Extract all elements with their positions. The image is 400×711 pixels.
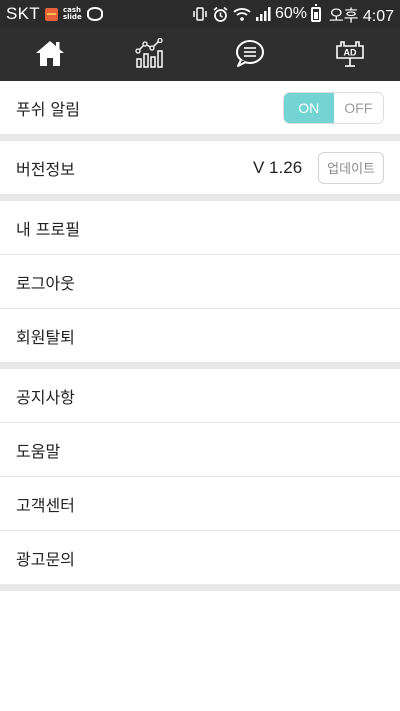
version-row: 버전정보 V 1.26 업데이트 (0, 141, 400, 195)
ad-icon: AD (334, 38, 366, 72)
battery-percent: 60% (274, 5, 307, 22)
version-label: 버전정보 (16, 159, 75, 179)
tab-chat[interactable] (200, 28, 300, 81)
notice-label: 공지사항 (16, 387, 75, 407)
list-item-profile[interactable]: 내 프로필 (0, 201, 400, 255)
toggle-off-option[interactable]: OFF (333, 92, 383, 123)
section-divider (0, 585, 400, 591)
clock: 오후 4:07 (328, 8, 394, 25)
list-item-notice[interactable]: 공지사항 (0, 369, 400, 423)
chart-icon (134, 37, 166, 72)
status-right: 60% 오후 4:07 (192, 2, 394, 26)
alarm-icon (212, 6, 229, 23)
settings-list: 푸쉬 알림 ON OFF 버전정보 V 1.26 업데이트 내 프로필 로그아웃… (0, 81, 400, 591)
tab-stats[interactable] (100, 28, 200, 81)
coin-icon (86, 7, 103, 21)
status-left: SKT cash slide (6, 4, 103, 24)
cashslide-notification: cash slide (63, 7, 82, 21)
help-label: 도움말 (16, 441, 61, 461)
home-icon (34, 38, 66, 72)
list-item-logout[interactable]: 로그아웃 (0, 255, 400, 309)
ad-icon-text: AD (344, 47, 357, 57)
logout-label: 로그아웃 (16, 273, 75, 293)
tab-home[interactable] (0, 28, 100, 81)
status-bar: SKT cash slide 60% 오후 4:07 (0, 0, 400, 28)
battery-icon (310, 3, 321, 22)
version-value: V 1.26 (253, 157, 303, 177)
push-toggle-container: ON OFF (283, 91, 384, 124)
list-item-withdraw[interactable]: 회원탈퇴 (0, 309, 400, 363)
tab-bar: AD (0, 28, 400, 81)
push-toggle[interactable]: ON OFF (283, 91, 384, 124)
profile-label: 내 프로필 (16, 219, 80, 239)
vibrate-icon (192, 6, 208, 22)
customer-center-label: 고객센터 (16, 495, 75, 515)
signal-icon (255, 6, 271, 22)
list-item-customer-center[interactable]: 고객센터 (0, 477, 400, 531)
carrier-label: SKT (6, 4, 40, 23)
chat-icon (234, 38, 266, 72)
push-notification-row: 푸쉬 알림 ON OFF (0, 81, 400, 135)
ad-inquiry-label: 광고문의 (16, 549, 75, 569)
push-notification-label: 푸쉬 알림 (16, 99, 80, 119)
toggle-on-option[interactable]: ON (284, 92, 334, 123)
list-item-ad-inquiry[interactable]: 광고문의 (0, 531, 400, 585)
version-right: V 1.26 업데이트 (253, 151, 384, 184)
list-item-help[interactable]: 도움말 (0, 423, 400, 477)
cashslide-bottom: slide (62, 13, 82, 21)
update-button[interactable]: 업데이트 (318, 151, 384, 184)
tab-ad[interactable]: AD (300, 28, 400, 81)
wifi-icon (233, 6, 251, 22)
withdraw-label: 회원탈퇴 (16, 327, 75, 347)
notification-app-icon (44, 7, 58, 21)
